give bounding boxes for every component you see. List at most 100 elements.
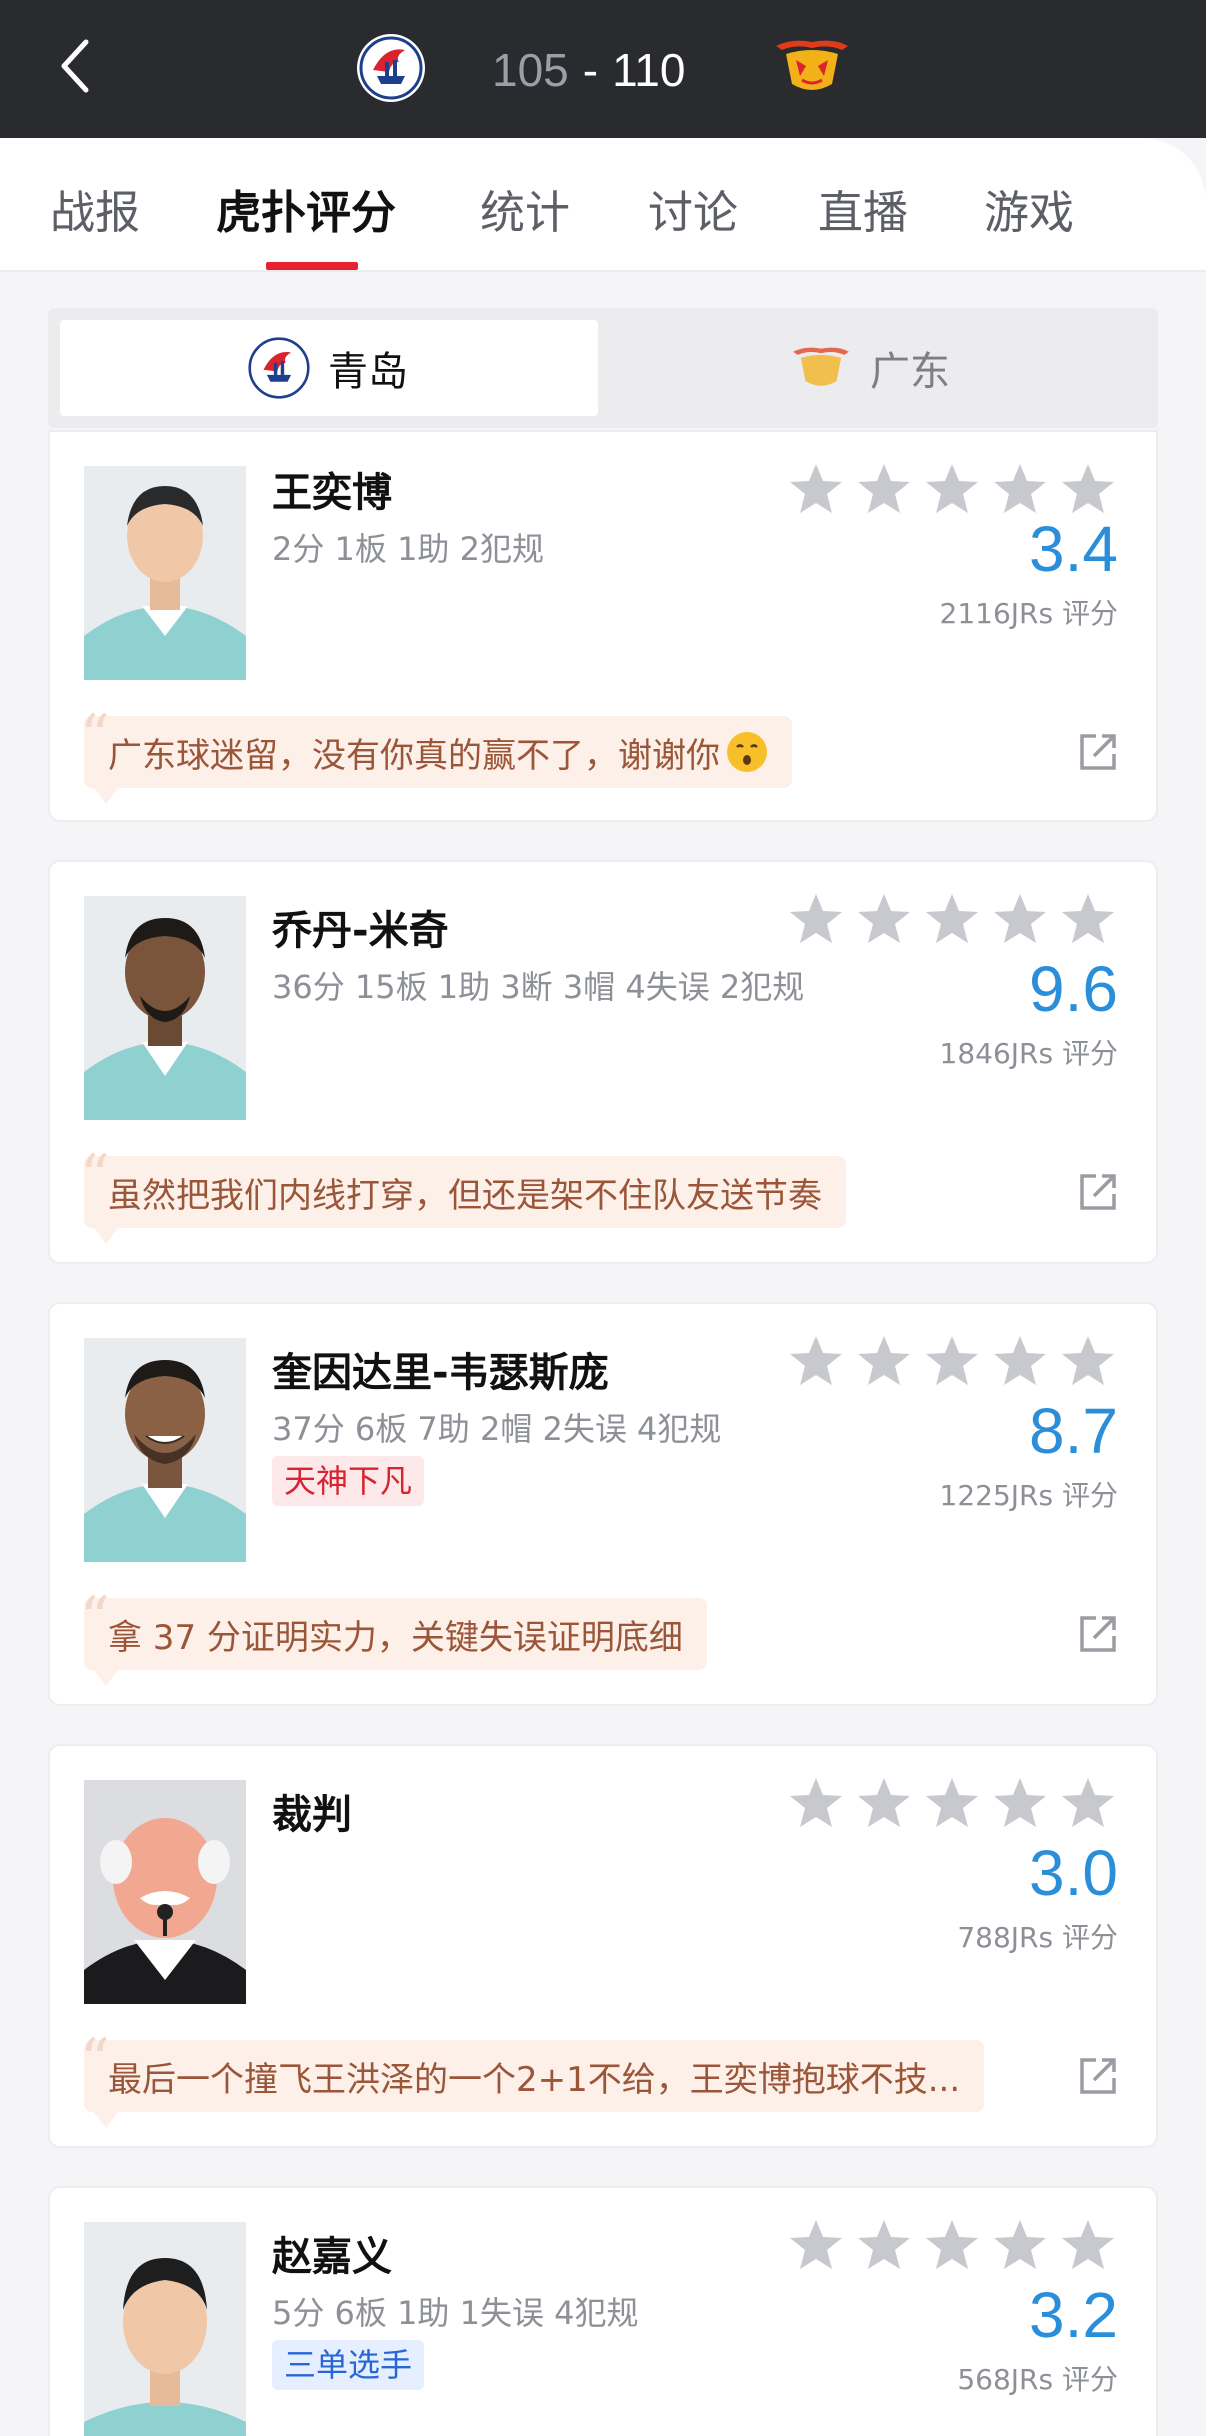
star-icon[interactable]: [924, 1776, 980, 1830]
star-icon[interactable]: [1060, 2218, 1116, 2272]
rating-score: 3.4: [1029, 513, 1118, 585]
player-name: 赵嘉义: [272, 2234, 392, 2280]
star-icon[interactable]: [856, 2218, 912, 2272]
rating-stars[interactable]: [788, 1776, 1116, 1830]
player-stats: 2分 1板 1助 2犯规: [272, 530, 544, 568]
tab-bar: 战报 虎扑评分 统计 讨论 直播 游戏: [0, 138, 1206, 272]
star-icon[interactable]: [924, 2218, 980, 2272]
qingdao-logo-icon: [248, 337, 310, 399]
guangdong-tigers-logo[interactable]: [772, 36, 852, 98]
rating-stars[interactable]: [788, 1334, 1116, 1388]
star-icon[interactable]: [924, 1334, 980, 1388]
star-icon[interactable]: [856, 1776, 912, 1830]
tab-stats[interactable]: 统计: [480, 176, 570, 241]
comment-text: 虽然把我们内线打穿，但还是架不住队友送节奏: [108, 1175, 822, 1216]
referee-card[interactable]: 裁判 3.0 788JRs 评分 “ 最后一个撞飞王洪泽的一个2+1不给，王奕博…: [48, 1744, 1158, 2148]
guangdong-logo-icon: [793, 347, 849, 386]
tab-discussion[interactable]: 讨论: [648, 176, 738, 241]
share-button[interactable]: [1076, 1170, 1120, 1214]
tab-hupu-rating[interactable]: 虎扑评分: [216, 176, 396, 241]
player-name: 乔丹-米奇: [272, 908, 449, 954]
star-icon[interactable]: [992, 2218, 1048, 2272]
star-icon[interactable]: [788, 1334, 844, 1388]
player-card[interactable]: 王奕博 2分 1板 1助 2犯规 3.4 2116JRs 评分 “ 广东球迷留，…: [48, 430, 1158, 822]
player-card[interactable]: 乔丹-米奇 36分 15板 1助 3断 3帽 4失误 2犯规 9.6 1846J…: [48, 860, 1158, 1264]
kissing-face-emoji-icon: [727, 732, 767, 772]
share-icon: [1080, 2058, 1116, 2094]
player-name: 王奕博: [272, 470, 392, 516]
tab-live[interactable]: 直播: [818, 176, 908, 241]
star-icon[interactable]: [788, 892, 844, 946]
star-icon[interactable]: [924, 892, 980, 946]
top-comment[interactable]: “ 最后一个撞飞王洪泽的一个2+1不给，王奕博抱球不技...: [80, 2026, 985, 2128]
star-icon[interactable]: [1060, 1334, 1116, 1388]
star-icon[interactable]: [992, 462, 1048, 516]
top-comment[interactable]: “ 广东球迷留，没有你真的赢不了，谢谢你: [80, 702, 792, 804]
score-separator: -: [582, 44, 599, 96]
star-icon[interactable]: [788, 1776, 844, 1830]
quote-icon: “: [80, 1142, 110, 1210]
star-icon[interactable]: [992, 892, 1048, 946]
star-icon[interactable]: [992, 1776, 1048, 1830]
rating-count: 1225JRs 评分: [939, 1479, 1118, 1512]
share-icon: [1080, 1616, 1116, 1652]
share-icon: [1080, 1174, 1116, 1210]
share-button[interactable]: [1076, 730, 1120, 774]
star-icon[interactable]: [1060, 892, 1116, 946]
top-comment[interactable]: “ 拿 37 分证明实力，关键失误证明底细: [80, 1584, 707, 1686]
star-icon[interactable]: [924, 462, 980, 516]
player-name: 裁判: [272, 1792, 352, 1838]
qingdao-eagle-logo[interactable]: [355, 32, 427, 104]
share-button[interactable]: [1076, 2054, 1120, 2098]
player-name: 奎因达里-韦瑟斯庞: [272, 1350, 609, 1396]
top-bar: 105-110: [0, 0, 1206, 140]
tab-report[interactable]: 战报: [50, 176, 140, 241]
scoreboard: 105-110: [492, 34, 685, 106]
player-tag: 三单选手: [272, 2340, 425, 2390]
comment-text: 广东球迷留，没有你真的赢不了，谢谢你: [108, 735, 720, 776]
quote-icon: “: [80, 702, 110, 770]
player-stats: 37分 6板 7助 2帽 2失误 4犯规: [272, 1410, 722, 1448]
rating-count: 568JRs 评分: [957, 2363, 1118, 2396]
rating-count: 2116JRs 评分: [939, 597, 1118, 630]
comment-text: 拿 37 分证明实力，关键失误证明底细: [108, 1617, 683, 1658]
player-photo: [84, 2222, 246, 2436]
rating-stars[interactable]: [788, 2218, 1116, 2272]
player-stats: 5分 6板 1助 1失误 4犯规: [272, 2294, 639, 2332]
team-switch-home[interactable]: 青岛: [248, 320, 408, 416]
player-photo: [84, 1338, 246, 1562]
star-icon[interactable]: [1060, 1776, 1116, 1830]
share-icon: [1080, 734, 1116, 770]
star-icon[interactable]: [992, 1334, 1048, 1388]
star-icon[interactable]: [788, 462, 844, 516]
team-switch-away-label: 广东: [870, 349, 950, 395]
player-stats: 36分 15板 1助 3断 3帽 4失误 2犯规: [272, 968, 805, 1006]
tab-games[interactable]: 游戏: [984, 176, 1074, 241]
rating-stars[interactable]: [788, 892, 1116, 946]
star-icon[interactable]: [856, 892, 912, 946]
star-icon[interactable]: [856, 462, 912, 516]
star-icon[interactable]: [788, 2218, 844, 2272]
star-icon[interactable]: [856, 1334, 912, 1388]
rating-count: 1846JRs 评分: [939, 1037, 1118, 1070]
rating-score: 8.7: [1029, 1395, 1118, 1467]
player-card[interactable]: 赵嘉义 5分 6板 1助 1失误 4犯规 三单选手 3.2 568JRs 评分: [48, 2186, 1158, 2436]
quote-icon: “: [80, 1584, 110, 1652]
player-tag: 天神下凡: [272, 1456, 425, 1506]
player-photo: [84, 896, 246, 1120]
rating-score: 3.2: [1029, 2279, 1118, 2351]
top-comment[interactable]: “ 虽然把我们内线打穿，但还是架不住队友送节奏: [80, 1142, 846, 1244]
rating-score: 3.0: [1029, 1837, 1118, 1909]
team-switch-away[interactable]: 广东: [790, 320, 950, 416]
away-score: 110: [612, 44, 686, 96]
star-icon[interactable]: [1060, 462, 1116, 516]
rating-score: 9.6: [1029, 953, 1118, 1025]
active-tab-indicator: [266, 262, 358, 270]
rating-stars[interactable]: [788, 462, 1116, 516]
chevron-left-icon: [61, 39, 89, 93]
player-card[interactable]: 奎因达里-韦瑟斯庞 37分 6板 7助 2帽 2失误 4犯规 天神下凡 8.7 …: [48, 1302, 1158, 1706]
back-button[interactable]: [56, 36, 96, 96]
share-button[interactable]: [1076, 1612, 1120, 1656]
quote-icon: “: [80, 2026, 110, 2094]
referee-avatar: [84, 1780, 246, 2004]
